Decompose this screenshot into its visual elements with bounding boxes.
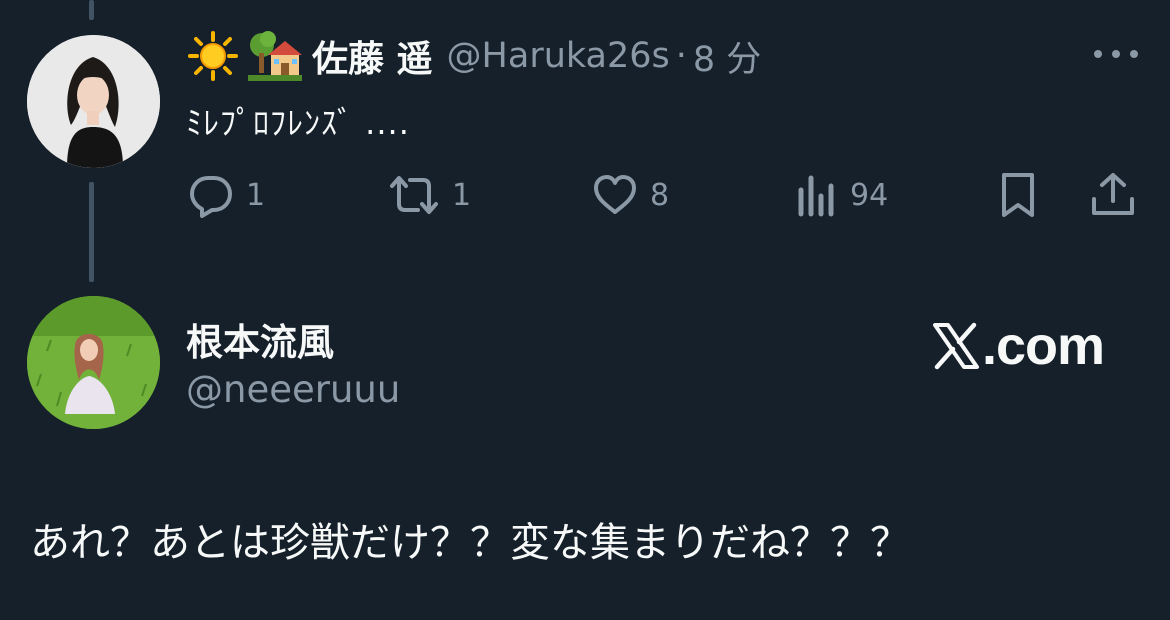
repost-button[interactable]: 1	[388, 168, 471, 222]
avatar[interactable]	[27, 35, 160, 168]
post-header: 佐藤 遥 @Haruka26s · 8 分	[188, 28, 761, 84]
user-handle[interactable]: @neeeruuu	[186, 368, 400, 411]
avatar[interactable]	[27, 296, 160, 429]
like-count: 8	[650, 177, 670, 213]
like-button[interactable]: 8	[592, 168, 669, 222]
brand-text: .com	[982, 316, 1105, 376]
post-timestamp[interactable]: 8 分	[693, 31, 761, 82]
display-name[interactable]: 佐藤 遥	[312, 30, 433, 82]
heart-icon	[594, 175, 636, 214]
bookmark-icon	[1002, 173, 1034, 217]
thread-line	[89, 0, 94, 20]
sun-emoji-icon	[188, 31, 238, 81]
display-name[interactable]: 根本流風	[186, 312, 334, 366]
post-actions: 1 1 8 94	[0, 168, 1170, 222]
bookmark-button[interactable]	[998, 168, 1038, 222]
share-button[interactable]	[1090, 168, 1136, 222]
views-count: 94	[850, 177, 889, 213]
share-icon	[1092, 173, 1134, 215]
post-text: ﾐﾚﾌﾟﾛﾌﾚﾝｽﾞ ....	[186, 104, 410, 142]
repost-icon	[390, 176, 438, 214]
user-handle[interactable]: @Haruka26s	[447, 36, 670, 76]
reply-button[interactable]: 1	[188, 168, 265, 222]
house-with-garden-icon	[248, 31, 302, 81]
views-button[interactable]: 94	[796, 168, 888, 222]
post-text: あれ？あとは珍獣だけ？？変な集まりだね？？？	[30, 520, 910, 566]
x-logo-icon	[933, 322, 979, 370]
separator-dot: ·	[675, 36, 687, 76]
x-com-watermark: .com	[932, 316, 1105, 376]
more-options-icon[interactable]	[1094, 44, 1138, 64]
reply-count: 1	[246, 177, 266, 213]
reply-icon	[190, 176, 232, 218]
repost-count: 1	[452, 177, 472, 213]
analytics-icon	[798, 175, 834, 217]
screenshot-page: 佐藤 遥 @Haruka26s · 8 分 ﾐﾚﾌﾟﾛﾌﾚﾝｽﾞ .... 1	[0, 0, 1170, 620]
